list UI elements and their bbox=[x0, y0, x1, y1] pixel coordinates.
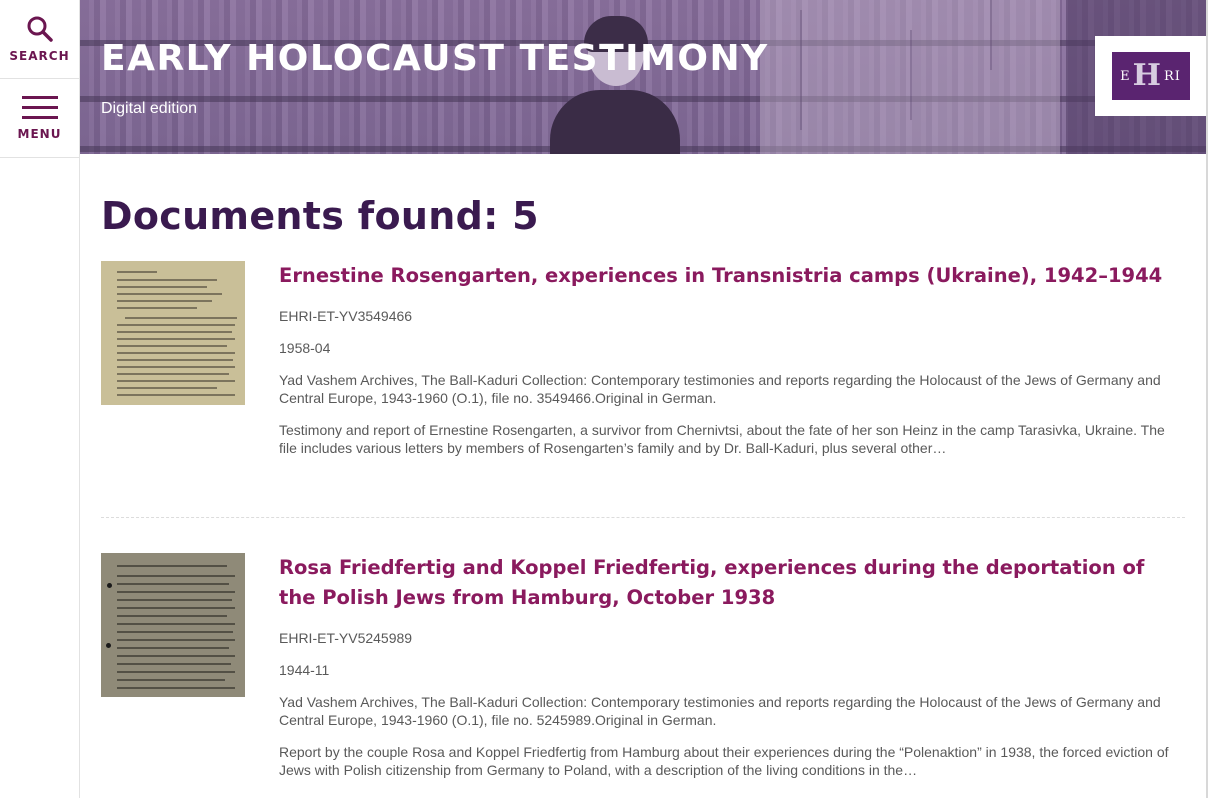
site-title[interactable]: EARLY HOLOCAUST TESTIMONY bbox=[101, 38, 769, 79]
menu-button[interactable]: MENU bbox=[0, 79, 79, 158]
search-label: SEARCH bbox=[9, 49, 70, 63]
header-banner: EARLY HOLOCAUST TESTIMONY Digital editio… bbox=[80, 0, 1206, 154]
result-date: 1944-11 bbox=[279, 662, 330, 678]
result-date: 1958-04 bbox=[279, 340, 331, 356]
result-summary: Report by the couple Rosa and Koppel Fri… bbox=[279, 744, 1169, 778]
result-divider bbox=[101, 517, 1185, 518]
search-icon bbox=[27, 16, 53, 42]
result-identifier: EHRI-ET-YV5245989 bbox=[279, 630, 413, 646]
side-nav-rail: SEARCH MENU bbox=[0, 0, 80, 798]
banner-map-wall bbox=[760, 0, 1060, 154]
search-button[interactable]: SEARCH bbox=[0, 0, 79, 79]
document-thumbnail[interactable] bbox=[101, 553, 245, 697]
ehri-logo: E H RI bbox=[1111, 52, 1190, 100]
ehri-logo-link[interactable]: E H RI bbox=[1095, 36, 1206, 116]
result-title-link[interactable]: Ernestine Rosengarten, experiences in Tr… bbox=[279, 261, 1185, 291]
result-info: Ernestine Rosengarten, experiences in Tr… bbox=[279, 261, 1185, 457]
result-identifier: EHRI-ET-YV3549466 bbox=[279, 308, 413, 324]
result-info: Rosa Friedfertig and Koppel Friedfertig,… bbox=[279, 553, 1185, 779]
site-subtitle: Digital edition bbox=[101, 100, 198, 117]
document-thumbnail[interactable] bbox=[101, 261, 245, 405]
results-count-heading: Documents found: 5 bbox=[101, 194, 539, 238]
menu-label: MENU bbox=[17, 127, 62, 141]
result-source: Yad Vashem Archives, The Ball-Kaduri Col… bbox=[279, 372, 1161, 406]
result-summary: Testimony and report of Ernestine Roseng… bbox=[279, 422, 1165, 456]
hamburger-menu-icon bbox=[21, 96, 58, 119]
search-results: Documents found: 5 Ernestine Rosengarten… bbox=[101, 154, 1185, 778]
result-source: Yad Vashem Archives, The Ball-Kaduri Col… bbox=[279, 694, 1161, 728]
result-title-link[interactable]: Rosa Friedfertig and Koppel Friedfertig,… bbox=[279, 553, 1185, 613]
